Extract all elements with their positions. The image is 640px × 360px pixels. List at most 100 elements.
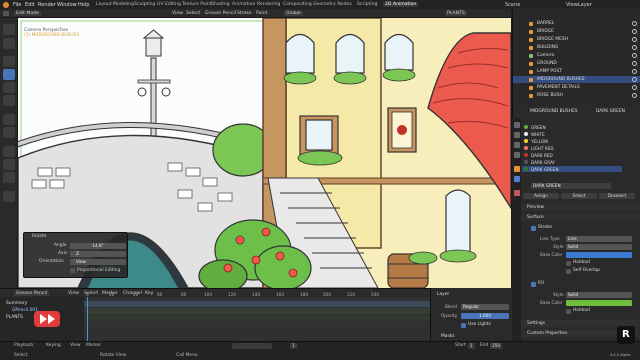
- render-tab-icon[interactable]: [513, 132, 520, 138]
- outliner-row[interactable]: ROSE BUSH: [513, 92, 640, 99]
- editor-type-icon[interactable]: [3, 11, 9, 16]
- scene-tab-icon[interactable]: [513, 152, 520, 158]
- viewport-menu-view[interactable]: View: [172, 11, 183, 16]
- material-slot[interactable]: YELLOW: [522, 138, 622, 144]
- measure-icon[interactable]: [3, 127, 15, 138]
- preview-section[interactable]: Preview: [521, 204, 639, 211]
- channel-summary[interactable]: Summary: [6, 301, 27, 306]
- eye-icon[interactable]: [632, 61, 637, 66]
- fill-color-swatch[interactable]: [566, 300, 632, 306]
- viewport-menu-grease-pencil[interactable]: Grease Pencil: [205, 11, 236, 16]
- workspace-tab-geometry-nodes[interactable]: Geometry Nodes: [313, 2, 352, 7]
- timeline-menu-keying[interactable]: Keying: [46, 343, 61, 348]
- end-frame-field[interactable]: 250: [490, 343, 502, 349]
- material-slot[interactable]: LIGHT RED: [522, 145, 622, 151]
- stroke-style-field[interactable]: Solid: [566, 244, 632, 250]
- workspace-tab-compositing[interactable]: Compositing: [283, 2, 312, 7]
- timeline-menu-marker[interactable]: Marker: [86, 343, 101, 348]
- use-lights-checkbox[interactable]: [461, 323, 466, 328]
- outliner-row[interactable]: Camera: [513, 52, 640, 59]
- select-box-icon[interactable]: [3, 24, 15, 35]
- menu-window[interactable]: Window: [57, 2, 77, 8]
- stroke-checkbox[interactable]: [531, 226, 536, 231]
- deselect-button[interactable]: Deselect: [599, 193, 635, 199]
- eye-icon[interactable]: [632, 37, 637, 42]
- eye-icon[interactable]: [632, 29, 637, 34]
- workspace-tab-modeling[interactable]: Modeling: [113, 2, 134, 7]
- line-type-field[interactable]: Line: [566, 236, 632, 242]
- material-slot[interactable]: WHITE: [522, 131, 622, 137]
- move-icon[interactable]: [3, 56, 15, 67]
- assign-button[interactable]: Assign: [523, 193, 559, 199]
- surface-section[interactable]: Surface: [521, 214, 639, 221]
- channel-plants[interactable]: PLANTS: [6, 315, 23, 320]
- orientation-dropdown[interactable]: Global: [284, 10, 303, 16]
- material-slot[interactable]: GREEN: [522, 124, 622, 130]
- menu-help[interactable]: Help: [78, 2, 89, 8]
- eye-icon[interactable]: [632, 77, 637, 82]
- stroke-holdout-checkbox[interactable]: [566, 261, 571, 266]
- eye-icon[interactable]: [632, 85, 637, 90]
- fill-holdout-checkbox[interactable]: [566, 309, 571, 314]
- playhead[interactable]: [87, 297, 88, 341]
- material-slot[interactable]: DARK RED: [522, 152, 622, 158]
- opacity-field[interactable]: 1.000: [461, 313, 509, 319]
- menu-render[interactable]: Render: [38, 2, 56, 8]
- menu-file[interactable]: File: [13, 2, 21, 8]
- cursor-icon[interactable]: [3, 38, 15, 49]
- scene-selector[interactable]: Scene: [505, 2, 520, 8]
- outliner-row[interactable]: LAMP POST: [513, 68, 640, 75]
- angle-field[interactable]: 14.8°: [70, 243, 126, 249]
- orientation-field[interactable]: View: [70, 259, 126, 265]
- rotate-operator-panel[interactable]: Rotate Angle 14.8° Axis Z Orientation Vi…: [23, 232, 128, 278]
- material-slot-selected[interactable]: DARK GREEN: [522, 166, 622, 173]
- proportional-editing-checkbox[interactable]: [70, 268, 75, 273]
- viewport-menu-select[interactable]: Select: [186, 11, 200, 16]
- mode-dropdown[interactable]: Edit Mode: [14, 10, 41, 16]
- to-sphere-icon[interactable]: [3, 172, 15, 183]
- material-slot[interactable]: DARK GRAY: [522, 159, 622, 165]
- start-frame-field[interactable]: 1: [468, 343, 475, 349]
- eye-icon[interactable]: [632, 93, 637, 98]
- fill-style-field[interactable]: Solid: [566, 292, 632, 298]
- masks-section[interactable]: Masks: [441, 334, 455, 339]
- interpolate-icon[interactable]: [3, 191, 15, 202]
- shear-icon[interactable]: [3, 159, 15, 170]
- stroke-color-swatch[interactable]: [566, 252, 632, 258]
- self-overlap-checkbox[interactable]: [566, 269, 571, 274]
- dopesheet-mode-dropdown[interactable]: Grease Pencil: [14, 290, 50, 296]
- rotate-icon[interactable]: [3, 69, 15, 80]
- outliner-row[interactable]: BUILDING: [513, 44, 640, 51]
- modifier-tab-icon[interactable]: [513, 176, 520, 182]
- output-tab-icon[interactable]: [513, 142, 520, 148]
- blender-logo-icon[interactable]: [3, 1, 9, 8]
- outliner-row[interactable]: GROUND: [513, 60, 640, 67]
- outliner-row-selected[interactable]: MIDGROUND BUSHES: [513, 76, 640, 83]
- viewport-menu-point[interactable]: Point: [256, 11, 267, 16]
- bend-icon[interactable]: [3, 146, 15, 157]
- workspace-tab-shading[interactable]: Shading: [211, 2, 230, 7]
- active-layer-dropdown[interactable]: PLANTS: [445, 10, 467, 16]
- annotate-icon[interactable]: [3, 114, 15, 125]
- playback-controls[interactable]: [232, 343, 272, 349]
- eye-icon[interactable]: [632, 45, 637, 50]
- workspace-tab-uv-editing[interactable]: UV Editing: [157, 2, 181, 7]
- tool-tab-icon[interactable]: [513, 122, 520, 128]
- workspace-tab-scripting[interactable]: Scripting: [357, 2, 377, 7]
- material-tab-icon[interactable]: [513, 190, 520, 196]
- timeline-menu-playback[interactable]: Playback: [14, 343, 34, 348]
- workspace-tab-animation[interactable]: Animation: [232, 2, 255, 7]
- dopesheet-keyframes[interactable]: [84, 297, 430, 341]
- view-layer-selector[interactable]: ViewLayer: [566, 2, 592, 8]
- eye-icon[interactable]: [632, 21, 637, 26]
- axis-field[interactable]: Z: [70, 251, 126, 257]
- workspace-tab-layout[interactable]: Layout: [96, 2, 112, 7]
- blend-field[interactable]: Regular: [461, 304, 509, 310]
- menu-edit[interactable]: Edit: [25, 2, 35, 8]
- workspace-tab-rendering[interactable]: Rendering: [257, 2, 280, 7]
- rotate-panel-title[interactable]: Rotate: [32, 234, 46, 239]
- eye-icon[interactable]: [632, 53, 637, 58]
- workspace-tab-texture-paint[interactable]: Texture Paint: [182, 2, 212, 7]
- scale-icon[interactable]: [3, 82, 15, 93]
- select-button[interactable]: Select: [561, 193, 597, 199]
